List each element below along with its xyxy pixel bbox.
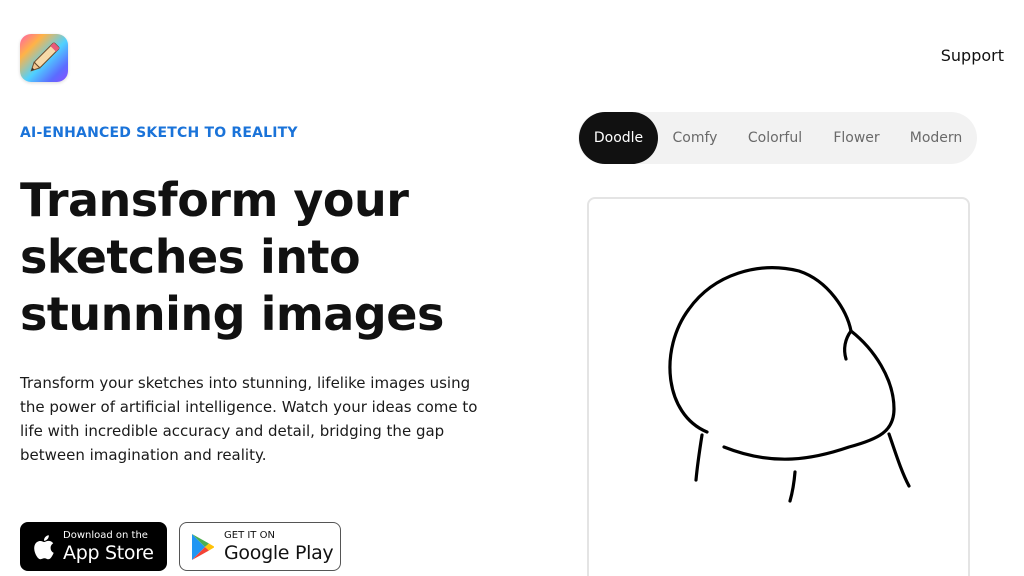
tab-colorful[interactable]: Colorful: [735, 112, 815, 164]
google-play-button[interactable]: GET IT ON Google Play: [179, 522, 341, 571]
tab-comfy[interactable]: Comfy: [660, 112, 730, 164]
google-play-big-text: Google Play: [224, 541, 334, 564]
headline-line: stunning images: [20, 287, 444, 341]
google-play-small-text: GET IT ON: [224, 529, 275, 541]
description-line: Transform your sketches into stunning, l…: [20, 374, 471, 392]
description-line: life with incredible accuracy and detail…: [20, 422, 445, 440]
description-line: between imagination and reality.: [20, 446, 267, 464]
tab-flower[interactable]: Flower: [821, 112, 892, 164]
apple-icon: [34, 534, 54, 559]
app-store-button[interactable]: Download on the App Store: [20, 522, 167, 571]
google-play-icon: [192, 533, 214, 560]
headline-line: Transform your: [20, 173, 409, 227]
style-tabs: Doodle Comfy Colorful Flower Modern: [578, 112, 977, 164]
sketch-canvas[interactable]: [587, 197, 970, 576]
hero-eyebrow: AI-ENHANCED SKETCH TO REALITY: [20, 125, 298, 141]
app-logo[interactable]: [20, 34, 68, 82]
hero-headline: Transform your sketches into stunning im…: [20, 172, 444, 343]
description-line: the power of artificial intelligence. Wa…: [20, 398, 478, 416]
doodle-sketch: [668, 266, 911, 503]
headline-line: sketches into: [20, 230, 361, 284]
pencil-icon: [30, 42, 60, 72]
app-store-small-text: Download on the: [63, 529, 148, 541]
app-store-big-text: App Store: [63, 541, 154, 564]
support-link[interactable]: Support: [941, 46, 1004, 65]
tab-modern[interactable]: Modern: [900, 112, 972, 164]
hero-description: Transform your sketches into stunning, l…: [20, 371, 480, 467]
tab-doodle[interactable]: Doodle: [579, 112, 658, 164]
